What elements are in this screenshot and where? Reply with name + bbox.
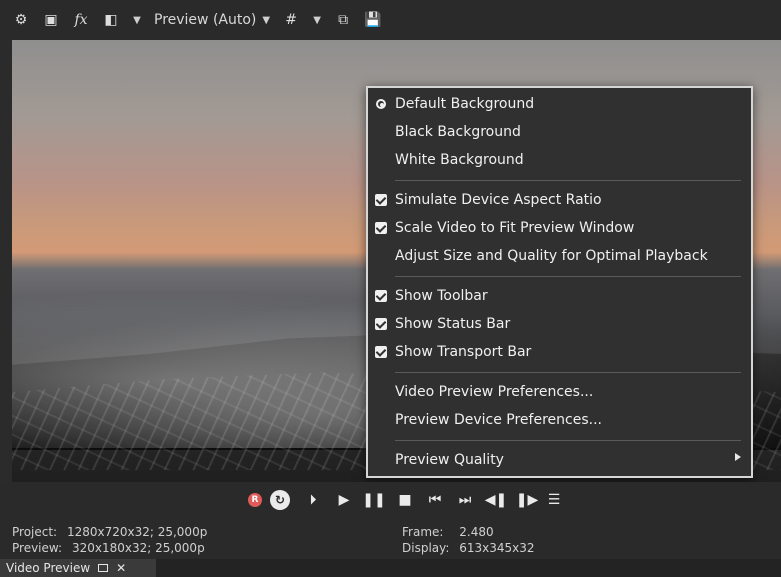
go-to-start-icon: ⏮	[428, 492, 442, 508]
pause-icon: ❚❚	[362, 492, 386, 508]
copy-icon[interactable]: ⧉	[334, 11, 352, 29]
checkbox-checked-icon	[374, 193, 388, 207]
radio-selected-icon	[374, 97, 388, 111]
menu-item-label: White Background	[395, 152, 524, 168]
menu-item-label: Default Background	[395, 96, 535, 112]
pause-button[interactable]: ❚❚	[362, 490, 386, 510]
frame-label: Frame:	[402, 525, 444, 539]
preview-toolbar: ⚙ ▣ fx ◧ ▼ Preview (Auto) ▼ # ▼ ⧉ 💾	[0, 0, 781, 40]
preview-quality-label: Preview (Auto)	[154, 12, 257, 28]
record-button[interactable]: R	[245, 490, 265, 510]
menu-item-label: Scale Video to Fit Preview Window	[395, 220, 635, 236]
stop-button[interactable]: ■	[395, 490, 415, 510]
play-button[interactable]: ▶	[334, 490, 354, 510]
grid-icon[interactable]: #	[282, 11, 300, 29]
frame-value: 2.480	[459, 525, 494, 539]
project-value: 1280x720x32; 25,000p	[66, 525, 208, 539]
menu-item-default-background[interactable]: Default Background	[368, 90, 751, 118]
menu-item-label: Adjust Size and Quality for Optimal Play…	[395, 248, 708, 264]
display-info: Display: 613x345x32	[402, 541, 535, 555]
display-value: 613x345x32	[459, 541, 535, 555]
menu-item-label: Video Preview Preferences...	[395, 384, 594, 400]
menu-item-label: Show Toolbar	[395, 288, 488, 304]
menu-item-label: Show Status Bar	[395, 316, 511, 332]
play-icon: ▶	[338, 492, 350, 508]
menu-item-white-background[interactable]: White Background	[368, 146, 751, 174]
go-to-end-icon: ⏭	[458, 492, 472, 508]
play-from-start-button[interactable]: ⏵	[303, 490, 323, 510]
play-from-start-icon: ⏵	[309, 492, 317, 508]
menu-separator	[395, 372, 741, 373]
preview-label: Preview:	[12, 541, 63, 555]
preview-value: 320x180x32; 25,000p	[71, 541, 205, 555]
bottom-tabstrip: Video Preview ✕	[0, 559, 781, 577]
project-label: Project:	[12, 525, 58, 539]
menu-item-preview-quality[interactable]: Preview Quality	[368, 446, 751, 474]
menu-item-video-preview-preferences[interactable]: Video Preview Preferences...	[368, 378, 751, 406]
display-label: Display:	[402, 541, 450, 555]
gear-icon[interactable]: ⚙	[12, 11, 30, 29]
checkbox-checked-icon	[374, 317, 388, 331]
submenu-arrow-icon	[735, 453, 741, 461]
menu-item-simulate-device-aspect-ratio[interactable]: Simulate Device Aspect Ratio	[368, 186, 751, 214]
menu-separator	[395, 276, 741, 277]
previous-frame-button[interactable]: ◀❚	[484, 490, 508, 510]
restore-icon[interactable]	[98, 564, 109, 572]
hamburger-menu-icon: ☰	[547, 492, 561, 508]
project-info: Project: 1280x720x32; 25,000p	[12, 525, 207, 539]
menu-item-label: Black Background	[395, 124, 521, 140]
loop-icon: ↻	[270, 490, 290, 510]
tab-video-preview[interactable]: Video Preview ✕	[0, 559, 156, 577]
tab-label: Video Preview	[6, 561, 91, 575]
menu-item-label: Preview Quality	[395, 452, 504, 468]
transport-bar: R ↻ ⏵ ▶ ❚❚ ■ ⏮ ⏭ ◀❚ ❚▶ ☰	[0, 482, 781, 519]
split-screen-dropdown-arrow[interactable]: ▼	[132, 11, 142, 29]
checkbox-checked-icon	[374, 345, 388, 359]
record-icon: R	[248, 493, 262, 507]
menu-item-label: Preview Device Preferences...	[395, 412, 602, 428]
go-to-start-button[interactable]: ⏮	[425, 490, 445, 510]
video-preview-window: ⚙ ▣ fx ◧ ▼ Preview (Auto) ▼ # ▼ ⧉ 💾 Defa…	[0, 0, 781, 577]
previous-frame-icon: ◀❚	[484, 492, 508, 508]
go-to-end-button[interactable]: ⏭	[455, 490, 475, 510]
menu-button[interactable]: ☰	[544, 490, 564, 510]
chevron-down-icon: ▼	[262, 14, 271, 26]
menu-item-preview-device-preferences[interactable]: Preview Device Preferences...	[368, 406, 751, 434]
menu-separator	[395, 180, 741, 181]
menu-item-adjust-size-quality[interactable]: Adjust Size and Quality for Optimal Play…	[368, 242, 751, 270]
checkbox-checked-icon	[374, 221, 388, 235]
preview-quality-dropdown[interactable]: Preview (Auto) ▼	[154, 12, 270, 28]
frame-info: Frame: 2.480	[402, 525, 494, 539]
close-icon[interactable]: ✕	[116, 562, 126, 574]
menu-item-scale-video-to-fit[interactable]: Scale Video to Fit Preview Window	[368, 214, 751, 242]
status-bar: Project: 1280x720x32; 25,000p Preview: 3…	[0, 519, 781, 559]
save-icon[interactable]: 💾	[364, 11, 382, 29]
checkbox-checked-icon	[374, 289, 388, 303]
fx-icon[interactable]: fx	[72, 11, 90, 29]
next-frame-button[interactable]: ❚▶	[515, 490, 539, 510]
split-screen-icon[interactable]: ◧	[102, 11, 120, 29]
preview-info: Preview: 320x180x32; 25,000p	[12, 541, 205, 555]
preview-context-menu: Default Background Black Background Whit…	[366, 86, 753, 478]
loop-playback-button[interactable]: ↻	[270, 490, 290, 510]
grid-dropdown-arrow[interactable]: ▼	[312, 11, 322, 29]
menu-item-label: Simulate Device Aspect Ratio	[395, 192, 602, 208]
next-frame-icon: ❚▶	[515, 492, 539, 508]
menu-item-show-transport-bar[interactable]: Show Transport Bar	[368, 338, 751, 366]
menu-item-show-toolbar[interactable]: Show Toolbar	[368, 282, 751, 310]
stop-icon: ■	[398, 492, 412, 508]
menu-separator	[395, 440, 741, 441]
menu-item-show-status-bar[interactable]: Show Status Bar	[368, 310, 751, 338]
menu-item-black-background[interactable]: Black Background	[368, 118, 751, 146]
menu-item-label: Show Transport Bar	[395, 344, 532, 360]
window-icon[interactable]: ▣	[42, 11, 60, 29]
